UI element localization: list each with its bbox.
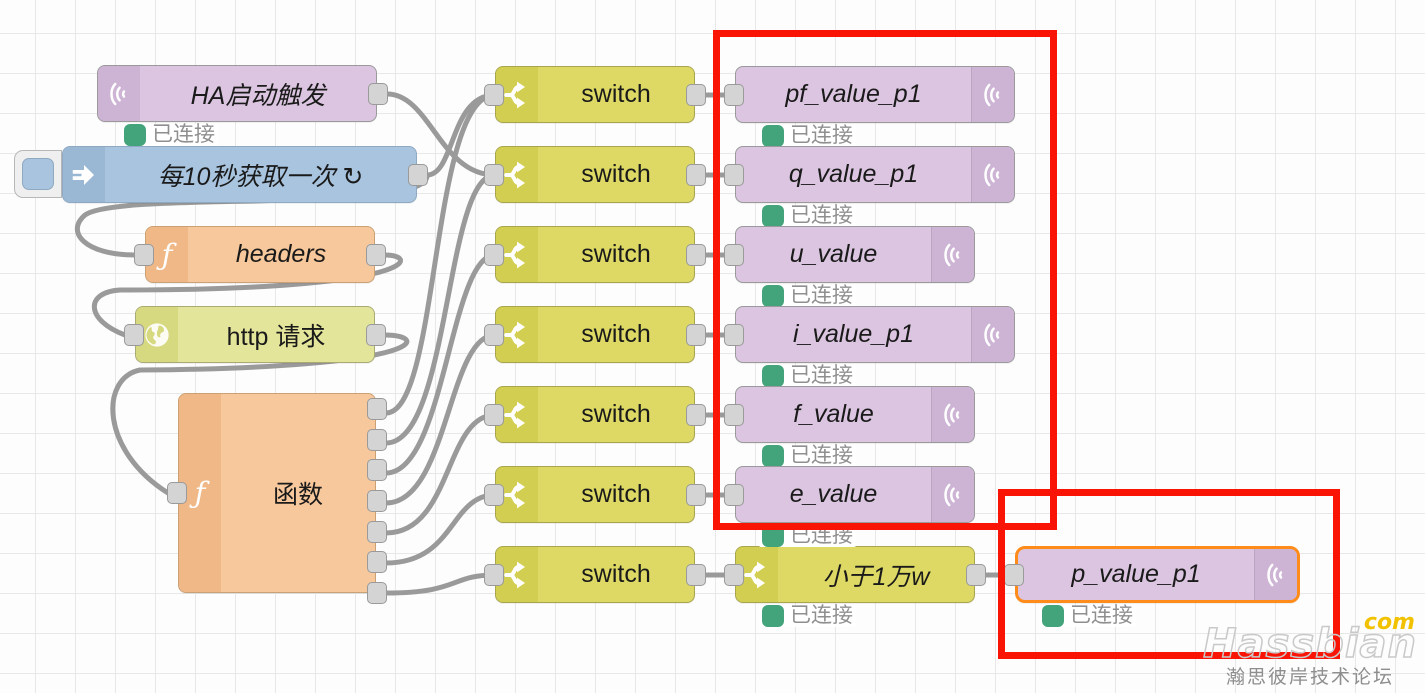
port-in-switch-2[interactable] [484,163,504,186]
port-out-function-6[interactable] [367,582,387,604]
node-headers[interactable]: ƒ headers [145,226,375,283]
node-http-req[interactable]: http 请求 [135,306,375,363]
inject-trigger-button[interactable] [14,150,62,198]
node-label-ha-trigger: HA启动触发 [190,81,326,110]
inject-button-inner [22,158,54,190]
port-out-function-0[interactable] [367,398,387,420]
port-out-switch-4-0[interactable] [686,323,706,346]
status-dot [124,124,146,146]
broadcast-icon [98,66,140,121]
port-out-headers-0[interactable] [366,243,386,266]
wire [383,92,498,416]
wire [424,92,498,178]
node-label-headers: headers [235,240,327,268]
node-label-inject: 每10秒获取一次 ↻ [157,162,364,191]
port-in-headers[interactable] [134,243,154,266]
node-switch-7[interactable]: switch [495,546,695,603]
status-badge-ha-trigger: 已连接 [121,124,218,146]
port-out-function-4[interactable] [367,520,387,543]
port-in-switch-3[interactable] [484,243,504,266]
node-label-switch-7: switch [581,560,651,588]
port-out-function-3[interactable] [367,490,387,512]
node-ha-trigger[interactable]: HA启动触发 [97,65,377,122]
port-in-switch-5[interactable] [484,403,504,426]
wire [383,412,498,536]
status-badge-lt-10kw: 已连接 [759,605,856,627]
port-in-switch-7[interactable] [484,563,504,586]
port-in-function[interactable] [167,482,187,504]
node-switch-1[interactable]: switch [495,66,695,123]
port-in-switch-6[interactable] [484,483,504,506]
watermark-suffix: com [1363,610,1415,635]
port-in-switch-1[interactable] [484,83,504,106]
port-in-http-req[interactable] [124,323,144,346]
node-label-switch-6: switch [581,480,651,508]
watermark: Hassbian com 瀚思彼岸技术论坛 [1202,610,1417,689]
status-label: 已连接 [790,604,853,627]
arrow-right-icon [63,147,105,202]
port-out-inject-0[interactable] [408,163,428,186]
port-out-function-5[interactable] [367,551,387,574]
port-out-switch-7-0[interactable] [686,563,706,586]
flow-canvas[interactable]: HA启动触发 已连接 每10秒获取一次 ↻ ƒ headers http 请求 ƒ 函数 swi… [0,0,1425,693]
node-label-switch-1: switch [581,80,651,108]
port-out-ha-trigger-0[interactable] [368,82,388,105]
svg-text:ƒ: ƒ [189,476,211,510]
node-label-function: 函数 [272,481,323,509]
node-label-lt-10kw: 小于1万w [822,562,930,591]
svg-text:ƒ: ƒ [156,238,178,272]
port-in-switch-4[interactable] [484,323,504,346]
status-label: 已连接 [152,123,215,146]
node-label-switch-5: switch [581,400,651,428]
wire [383,572,498,596]
port-out-switch-2-0[interactable] [686,163,706,186]
port-out-switch-1-0[interactable] [686,83,706,106]
node-label-switch-3: switch [581,240,651,268]
watermark-subtitle: 瀚思彼岸技术论坛 [1226,667,1395,688]
port-out-lt-10kw-0[interactable] [966,563,986,586]
annot-top [713,30,1057,530]
port-out-function-2[interactable] [367,459,387,482]
port-out-function-1[interactable] [367,428,387,451]
port-out-switch-3-0[interactable] [686,243,706,266]
node-label-http-req: http 请求 [226,322,326,351]
port-out-http-req-0[interactable] [366,323,386,346]
wire [383,332,498,506]
node-label-switch-2: switch [581,160,651,188]
node-switch-5[interactable]: switch [495,386,695,443]
node-inject[interactable]: 每10秒获取一次 ↻ [62,146,417,203]
port-out-switch-6-0[interactable] [686,483,706,506]
node-function[interactable]: ƒ 函数 [178,393,376,593]
node-switch-6[interactable]: switch [495,466,695,523]
node-label-switch-4: switch [581,320,651,348]
wire [383,252,498,476]
status-dot [762,605,784,627]
node-switch-3[interactable]: switch [495,226,695,283]
node-lt-10kw[interactable]: 小于1万w [735,546,975,603]
node-switch-4[interactable]: switch [495,306,695,363]
port-out-switch-5-0[interactable] [686,403,706,426]
port-in-lt-10kw[interactable] [724,563,744,586]
wire [383,172,498,446]
wire [383,492,498,566]
node-switch-2[interactable]: switch [495,146,695,203]
